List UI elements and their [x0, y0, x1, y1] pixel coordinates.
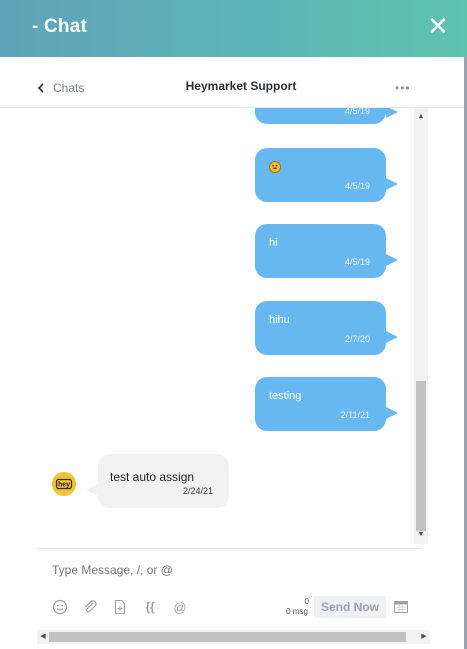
scroll-up-arrow-icon[interactable]: ▲: [414, 111, 428, 123]
heymarket-avatar: hey: [52, 472, 76, 496]
outgoing-message: testing 2/11/21: [255, 377, 398, 431]
outgoing-message: 4/5/19: [255, 108, 398, 124]
calendar-icon[interactable]: [394, 600, 408, 613]
outgoing-message: 4/5/19: [255, 148, 398, 202]
scroll-left-arrow-icon[interactable]: ◀: [37, 630, 49, 644]
bubble-tail: [386, 108, 398, 118]
message-text: test auto assign: [110, 470, 195, 484]
grinning-emoji-icon: [269, 161, 281, 173]
curly-braces-icon[interactable]: {{: [142, 599, 158, 615]
vertical-scrollbar[interactable]: ▲ ▼: [414, 108, 428, 544]
at-sign-icon[interactable]: @: [172, 599, 188, 615]
outgoing-message: hi 4/5/19: [255, 224, 398, 278]
close-icon[interactable]: ✕: [427, 13, 449, 39]
bubble-tail: [386, 407, 398, 419]
chat-window-titlebar: - Chat ✕: [0, 0, 467, 57]
message-count-prefix: 0: [286, 607, 291, 616]
message-text: hi: [269, 237, 278, 249]
window-title: - Chat: [32, 16, 88, 37]
message-counter: 0 0 msg: [277, 597, 317, 617]
smiley-icon[interactable]: [52, 599, 68, 615]
outgoing-message: hihu 2/7/20: [255, 301, 398, 355]
scrollbar-thumb[interactable]: [49, 632, 406, 642]
hey-logo-icon: hey: [52, 472, 76, 496]
file-template-icon[interactable]: [112, 599, 128, 615]
message-timestamp: 2/24/21: [182, 486, 213, 496]
conversation-header: Chats Heymarket Support •••: [0, 57, 464, 108]
message-count: 0: [304, 597, 309, 606]
more-options-icon[interactable]: •••: [395, 81, 411, 95]
svg-text:hey: hey: [58, 482, 70, 489]
composer-toolbar: {{ @: [52, 598, 202, 616]
incoming-message: test auto assign 2/24/21: [86, 454, 229, 508]
bubble-tail: [386, 254, 398, 266]
message-input[interactable]: [52, 563, 352, 577]
scrollbar-thumb[interactable]: [416, 381, 426, 531]
message-count-unit: msg: [292, 607, 308, 616]
paperclip-icon[interactable]: [82, 599, 98, 615]
bubble-tail: [386, 178, 398, 190]
message-timestamp: 4/5/19: [344, 181, 370, 191]
message-composer: {{ @ 0 0 msg Send Now: [37, 548, 422, 629]
send-now-button[interactable]: Send Now: [314, 596, 386, 618]
message-timestamp: 4/5/19: [344, 108, 370, 116]
bubble-tail: [386, 331, 398, 343]
scroll-right-arrow-icon[interactable]: ▶: [418, 630, 430, 644]
message-thread[interactable]: 4/5/19 4/5/19 hi 4/5/19 hihu 2/7/20 test…: [0, 108, 414, 544]
scroll-down-arrow-icon[interactable]: ▼: [414, 529, 428, 541]
bubble-tail: [86, 484, 98, 496]
message-timestamp: 4/5/19: [344, 257, 370, 267]
message-text: hihu: [269, 314, 290, 326]
horizontal-scrollbar[interactable]: ◀ ▶: [37, 630, 430, 644]
message-text: testing: [269, 390, 302, 402]
message-timestamp: 2/7/20: [344, 334, 370, 344]
message-timestamp: 2/11/21: [340, 410, 370, 420]
